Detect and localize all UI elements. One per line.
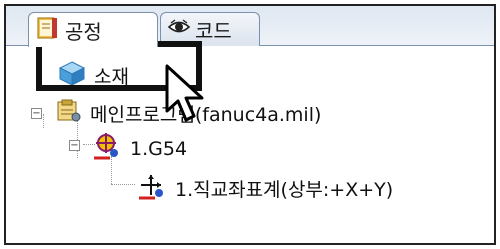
tab-process[interactable]: 공정	[28, 12, 158, 47]
tree-connector	[111, 184, 135, 185]
process-panel: 공정 코드 소재 − 메인프로그램(fanuc4a.mil) − 1.G54 1…	[4, 4, 496, 245]
process-book-icon	[35, 15, 61, 46]
coordinate-axes-icon	[137, 171, 167, 206]
tree-item-coordinate[interactable]: 1.직교좌표계(상부:+X+Y)	[137, 171, 393, 206]
program-icon	[54, 98, 82, 129]
collapse-toggle[interactable]: −	[31, 108, 42, 119]
tree-item-work-offset[interactable]: 1.G54	[92, 131, 187, 166]
tab-code-label: 코드	[195, 19, 232, 43]
work-offset-icon	[92, 131, 122, 166]
eye-icon	[167, 17, 191, 42]
tree-item-label: 1.직교좌표계(상부:+X+Y)	[175, 179, 394, 201]
mouse-pointer-icon	[164, 63, 208, 125]
tree-connector	[43, 114, 44, 128]
tree-item-label: 1.G54	[130, 137, 188, 160]
tab-strip: 공정 코드	[6, 6, 494, 47]
collapse-toggle[interactable]: −	[69, 140, 80, 151]
tab-process-label: 공정	[65, 19, 102, 44]
